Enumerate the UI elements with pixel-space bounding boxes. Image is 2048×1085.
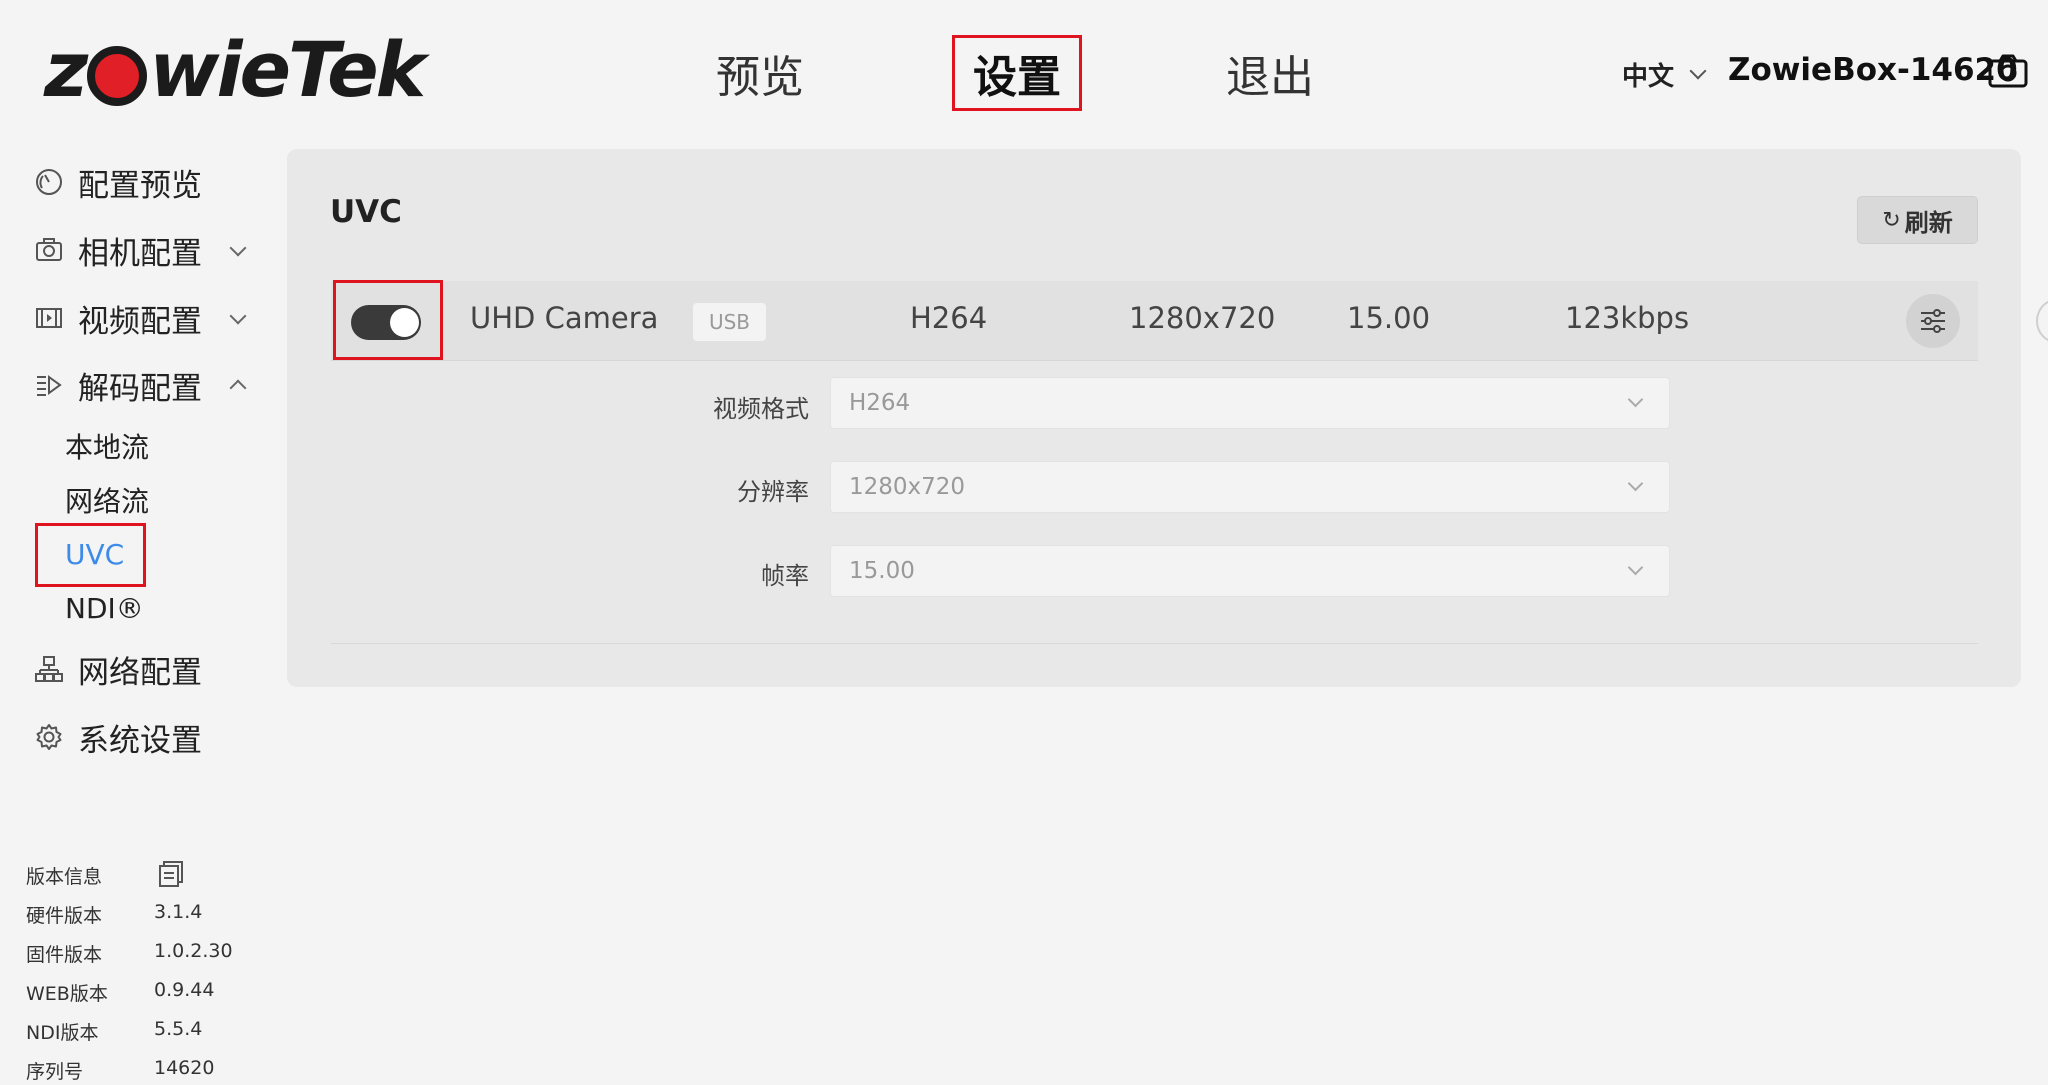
serial-number-value: 14620 (154, 1057, 215, 1079)
sidebar-item-label: 相机配置 (78, 235, 202, 272)
hardware-version-label: 硬件版本 (26, 905, 103, 927)
hardware-version-value: 3.1.4 (154, 901, 203, 923)
chevron-down-icon[interactable] (229, 239, 247, 257)
codec-cell: H264 (910, 301, 988, 335)
language-label: 中文 (1622, 62, 1675, 92)
edge-scroll-button[interactable] (2036, 299, 2048, 343)
sidebar-item-label: 视频配置 (78, 303, 202, 340)
sidebar-item-label: 网络配置 (78, 654, 202, 691)
firmware-version-label: 固件版本 (26, 944, 103, 966)
gear-icon (34, 722, 64, 752)
resolution-label: 分辨率 (737, 478, 809, 506)
nav-exit[interactable]: 退出 (1215, 35, 1325, 111)
sidebar-subitem-network-stream[interactable]: 网络流 (65, 480, 149, 520)
row-settings-button[interactable] (1906, 294, 1960, 348)
refresh-button[interactable]: ↻ 刷新 (1857, 196, 1978, 244)
sidebar-item-label: 配置预览 (78, 167, 202, 204)
sliders-icon (1921, 309, 1945, 333)
fps-value: 15.00 (849, 558, 915, 584)
snapshot-camera-icon[interactable] (1988, 54, 2028, 88)
film-icon (34, 303, 64, 333)
sidebar-item-camera-config[interactable]: 相机配置 (34, 227, 202, 273)
language-selector[interactable]: 中文 (1622, 56, 1707, 93)
nav-preview[interactable]: 预览 (705, 35, 815, 111)
form-divider (331, 643, 1978, 644)
web-version-value: 0.9.44 (154, 979, 215, 1001)
sidebar-item-label: 系统设置 (78, 722, 202, 759)
web-version-label: WEB版本 (26, 983, 108, 1005)
chevron-down-icon (1627, 475, 1644, 492)
firmware-version-value: 1.0.2.30 (154, 940, 233, 962)
sidebar-item-network-config[interactable]: 网络配置 (34, 646, 202, 692)
chevron-down-icon (1627, 559, 1644, 576)
network-icon (34, 654, 64, 684)
fps-label: 帧率 (761, 562, 809, 590)
chevron-up-icon[interactable] (229, 379, 247, 397)
device-name-cell: UHD Camera (470, 301, 659, 335)
toggle-knob (390, 308, 419, 337)
version-info-title: 版本信息 (26, 866, 103, 888)
resolution-cell: 1280x720 (1129, 301, 1276, 335)
decode-icon (34, 370, 64, 400)
interface-badge: USB (693, 303, 766, 341)
dashboard-icon (34, 167, 64, 197)
resolution-value: 1280x720 (849, 474, 966, 500)
nav-settings[interactable]: 设置 (952, 35, 1082, 111)
bitrate-cell: 123kbps (1565, 301, 1690, 335)
chevron-down-icon (1627, 391, 1644, 408)
serial-number-label: 序列号 (26, 1061, 84, 1083)
ndi-version-value: 5.5.4 (154, 1018, 203, 1040)
refresh-label: 刷新 (1904, 208, 1953, 237)
copy-icon[interactable] (158, 860, 186, 888)
fps-cell: 15.00 (1347, 301, 1431, 335)
sidebar-subitem-ndi[interactable]: NDI® (65, 588, 144, 628)
sidebar-item-config-preview[interactable]: 配置预览 (34, 159, 202, 205)
sidebar-subitem-local-stream[interactable]: 本地流 (65, 426, 149, 466)
chevron-down-icon[interactable] (229, 307, 247, 325)
video-format-select[interactable]: H264 (830, 377, 1670, 429)
ndi-version-label: NDI版本 (26, 1022, 99, 1044)
page-title: UVC (330, 194, 402, 230)
chevron-down-icon (1689, 62, 1707, 79)
sidebar-item-decode-config[interactable]: 解码配置 (34, 362, 202, 408)
resolution-select[interactable]: 1280x720 (830, 461, 1670, 513)
sidebar-item-video-config[interactable]: 视频配置 (34, 295, 202, 341)
video-format-label: 视频格式 (713, 395, 809, 423)
refresh-icon: ↻ (1882, 207, 1901, 233)
video-format-value: H264 (849, 390, 911, 416)
fps-select[interactable]: 15.00 (830, 545, 1670, 597)
zowietek-logo: z wie Tek (44, 25, 426, 114)
sidebar-item-system-settings[interactable]: 系统设置 (34, 714, 202, 760)
sidebar-item-label: 解码配置 (78, 370, 202, 407)
uvc-highlight-box (35, 523, 146, 587)
logo-wordmark: z wie Tek (44, 25, 426, 114)
device-name: ZowieBox-14620 (1728, 52, 2018, 88)
camera-icon (34, 235, 64, 265)
